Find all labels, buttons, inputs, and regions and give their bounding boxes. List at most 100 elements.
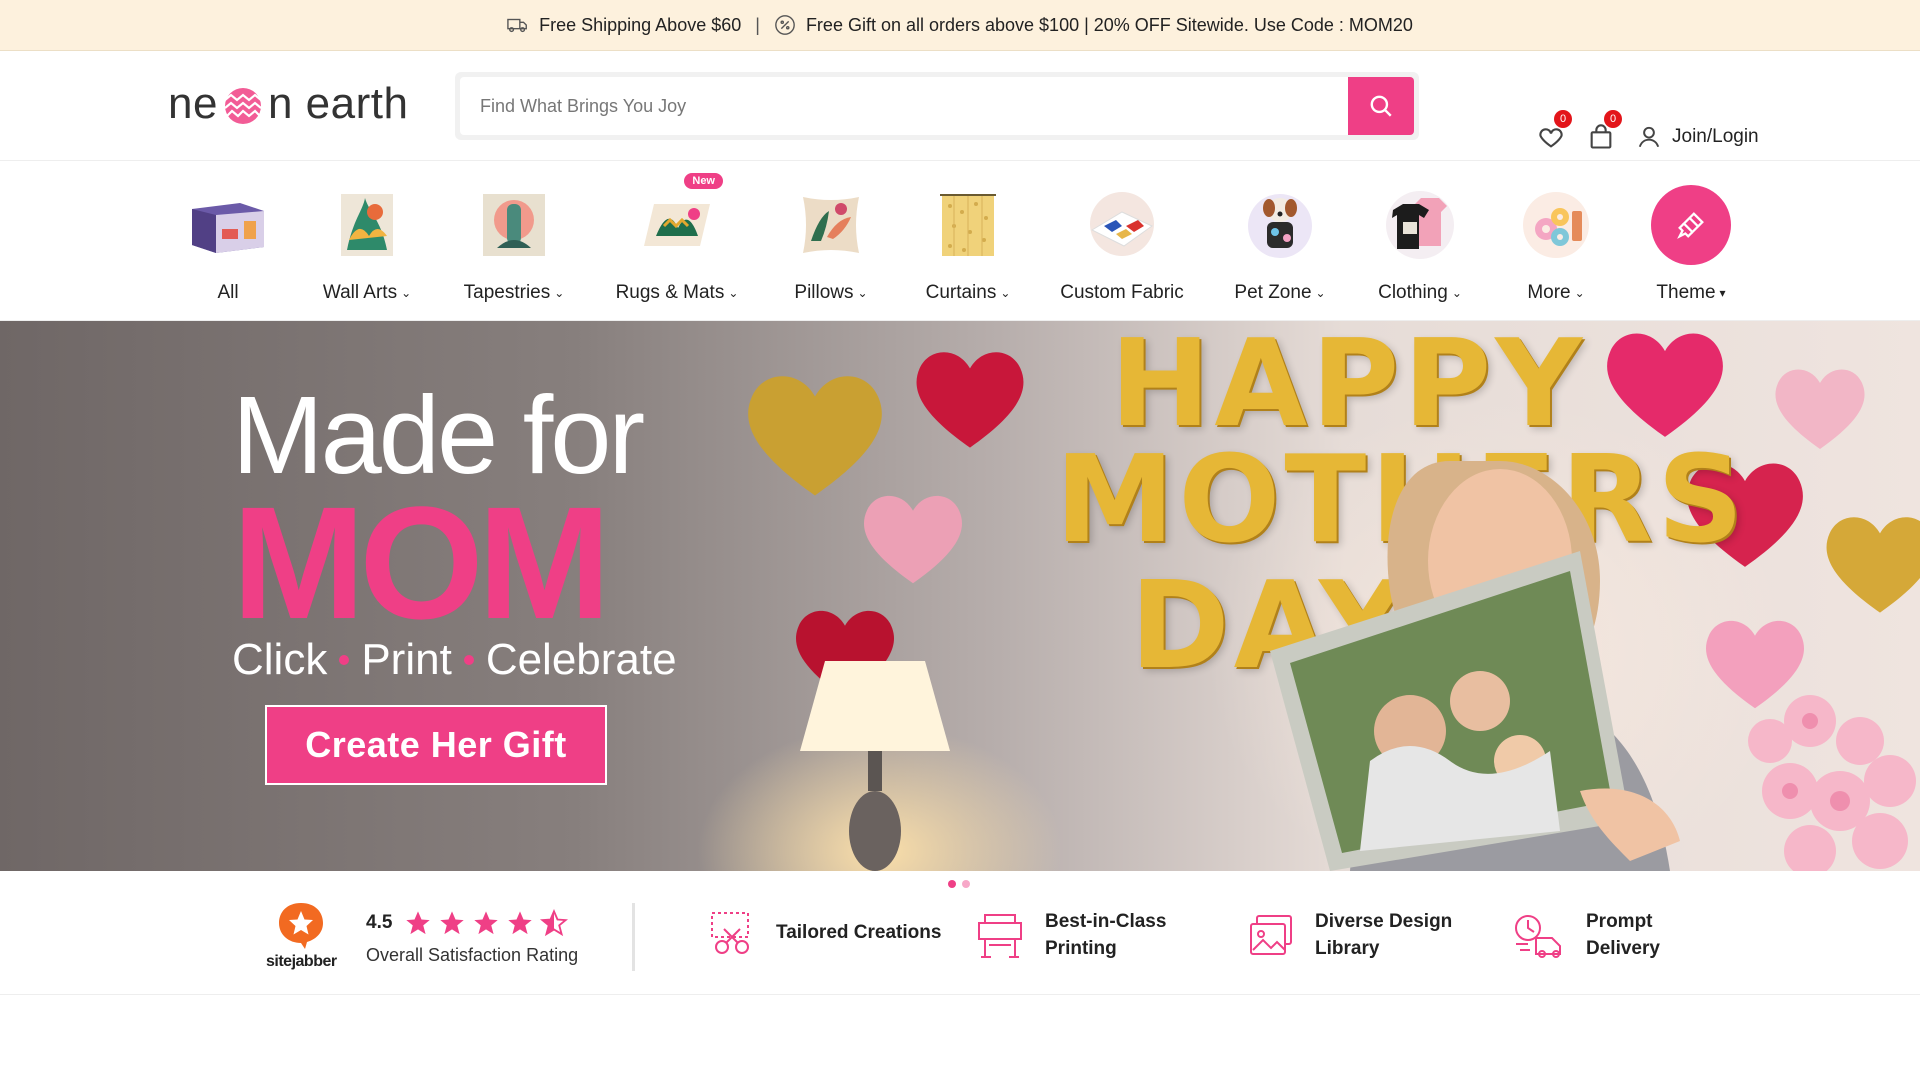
wishlist-count-badge: 0 bbox=[1554, 110, 1572, 128]
category-wall-arts[interactable]: Wall Arts ⌄ bbox=[292, 185, 442, 304]
chevron-down-icon: ⌄ bbox=[1000, 286, 1011, 300]
carousel-dot-1[interactable] bbox=[948, 880, 956, 888]
more-thumbnail bbox=[1516, 185, 1596, 265]
pet-thumbnail bbox=[1240, 185, 1320, 265]
category-tapestries[interactable]: Tapestries ⌄ bbox=[439, 185, 589, 304]
site-header: ne n earth 0 0 Join/Login bbox=[0, 51, 1920, 161]
fast-delivery-icon bbox=[1515, 914, 1561, 958]
category-label: Theme ▾ bbox=[1656, 282, 1726, 303]
chevron-down-icon: ⌄ bbox=[401, 286, 412, 300]
logo-text-right: n earth bbox=[267, 79, 409, 128]
woman-with-pillow-image bbox=[1270, 461, 1680, 871]
gold-heart-balloon-icon bbox=[1826, 517, 1920, 613]
tapestry-thumbnail bbox=[474, 185, 554, 265]
paint-brush-icon bbox=[1677, 212, 1704, 239]
category-label: All bbox=[217, 282, 239, 303]
search-bar bbox=[455, 72, 1419, 140]
carousel-dot-2[interactable] bbox=[962, 880, 970, 888]
new-badge: New bbox=[684, 173, 723, 189]
star-icon bbox=[508, 911, 533, 935]
category-custom-fabric[interactable]: Custom Fabric bbox=[1047, 185, 1197, 304]
create-her-gift-button[interactable]: Create Her Gift bbox=[265, 705, 607, 785]
category-rugs-mats[interactable]: New Rugs & Mats ⌄ bbox=[602, 173, 752, 304]
divider bbox=[632, 903, 635, 971]
logo[interactable]: ne n earth bbox=[168, 79, 408, 129]
truck-icon bbox=[507, 18, 528, 33]
login-link[interactable]: Join/Login bbox=[1636, 124, 1759, 150]
rating-row: 4.5 bbox=[366, 909, 578, 937]
theme-circle bbox=[1651, 185, 1731, 265]
gold-heart-balloon-icon bbox=[748, 376, 882, 496]
category-label: Rugs & Mats ⌄ bbox=[615, 282, 739, 303]
sitejabber-logo-icon bbox=[279, 903, 324, 949]
pillow-thumbnail bbox=[791, 185, 871, 265]
star-icon bbox=[474, 911, 499, 935]
feature-prompt-delivery: Prompt Delivery bbox=[1512, 909, 1660, 962]
category-pillows[interactable]: Pillows ⌄ bbox=[756, 185, 906, 304]
tagline-print: Print bbox=[361, 635, 452, 684]
red-heart-balloon-icon bbox=[916, 352, 1024, 448]
feature-best-in-class-printing: Best-in-Class Printing bbox=[975, 909, 1166, 962]
feature-label: Best-in-Class Printing bbox=[1045, 911, 1167, 959]
lamp-icon bbox=[800, 661, 950, 871]
pink-heart-balloon-icon bbox=[1775, 369, 1865, 449]
category-nav: All Wall Arts ⌄ Tapestries ⌄ New Rugs & Ma… bbox=[0, 161, 1920, 321]
tagline-celebrate: Celebrate bbox=[485, 635, 677, 684]
feature-diverse-design-library: Diverse Design Library bbox=[1247, 909, 1452, 962]
sitejabber-name: sitejabber bbox=[266, 953, 337, 970]
rating-value: 4.5 bbox=[366, 912, 393, 933]
carousel-dots bbox=[948, 880, 970, 888]
wishlist-button[interactable]: 0 bbox=[1536, 110, 1572, 152]
category-curtains[interactable]: Curtains ⌄ bbox=[893, 185, 1043, 304]
category-pet-zone[interactable]: Pet Zone ⌄ bbox=[1205, 185, 1355, 304]
category-label: Tapestries ⌄ bbox=[463, 282, 565, 303]
category-more[interactable]: More ⌄ bbox=[1481, 185, 1631, 304]
separator: | bbox=[755, 14, 760, 35]
hero-headline: Made for MOM Click Print Celebrate bbox=[232, 381, 677, 685]
hero-line-mom: MOM bbox=[232, 473, 611, 652]
star-icon bbox=[440, 911, 465, 935]
category-label: Wall Arts ⌄ bbox=[322, 282, 412, 303]
login-label: Join/Login bbox=[1672, 126, 1759, 147]
feature-label: Diverse Design Library bbox=[1315, 911, 1453, 959]
features-strip: sitejabber 4.5 Overall Satisfaction Rati… bbox=[0, 895, 1920, 995]
chevron-down-icon: ⌄ bbox=[1574, 286, 1585, 300]
curtain-thumbnail bbox=[928, 185, 1008, 265]
category-label: Clothing ⌄ bbox=[1378, 282, 1462, 303]
wall-art-thumbnail bbox=[327, 185, 407, 265]
feature-label: Prompt Delivery bbox=[1586, 911, 1660, 959]
search-input[interactable] bbox=[460, 77, 1348, 135]
chevron-down-icon: ⌄ bbox=[1315, 286, 1326, 300]
cart-button[interactable]: 0 bbox=[1586, 110, 1622, 152]
search-icon bbox=[1370, 95, 1392, 117]
theme-button bbox=[1651, 185, 1731, 265]
hero-banner[interactable]: HAPPY MOTHERS DAY Made for MOM Click Pri… bbox=[0, 321, 1920, 871]
search-button[interactable] bbox=[1348, 77, 1414, 135]
clothing-thumbnail bbox=[1380, 185, 1460, 265]
rating-block: 4.5 Overall Satisfaction Rating bbox=[366, 909, 578, 966]
discount-badge-icon bbox=[775, 15, 795, 35]
scissors-pattern-icon bbox=[711, 912, 749, 954]
chevron-down-icon: ⌄ bbox=[1451, 286, 1462, 300]
logo-text-left: ne bbox=[168, 79, 218, 128]
category-theme[interactable]: Theme ▾ bbox=[1616, 185, 1766, 304]
tagline-click: Click bbox=[232, 635, 328, 684]
tagline-dot bbox=[339, 655, 350, 665]
chevron-down-icon: ⌄ bbox=[728, 286, 739, 300]
rug-thumbnail: New bbox=[637, 173, 723, 265]
fabric-thumbnail bbox=[1082, 185, 1162, 265]
room-thumbnail bbox=[188, 185, 268, 265]
header-actions: 0 0 Join/Login bbox=[1536, 110, 1759, 152]
category-clothing[interactable]: Clothing ⌄ bbox=[1345, 185, 1495, 304]
category-label: Pillows ⌄ bbox=[794, 282, 868, 303]
category-label: More ⌄ bbox=[1527, 282, 1585, 303]
sitejabber-badge[interactable]: sitejabber bbox=[266, 901, 337, 971]
category-label: Custom Fabric bbox=[1060, 282, 1184, 303]
category-label: Pet Zone ⌄ bbox=[1234, 282, 1326, 303]
cart-count-badge: 0 bbox=[1604, 110, 1622, 128]
half-star-icon bbox=[540, 909, 569, 937]
logo-zigzag-icon bbox=[224, 88, 262, 124]
category-label: Curtains ⌄ bbox=[925, 282, 1011, 303]
category-all[interactable]: All bbox=[153, 185, 303, 304]
announcement-bar: Free Shipping Above $60 | Free Gift on a… bbox=[0, 0, 1920, 51]
